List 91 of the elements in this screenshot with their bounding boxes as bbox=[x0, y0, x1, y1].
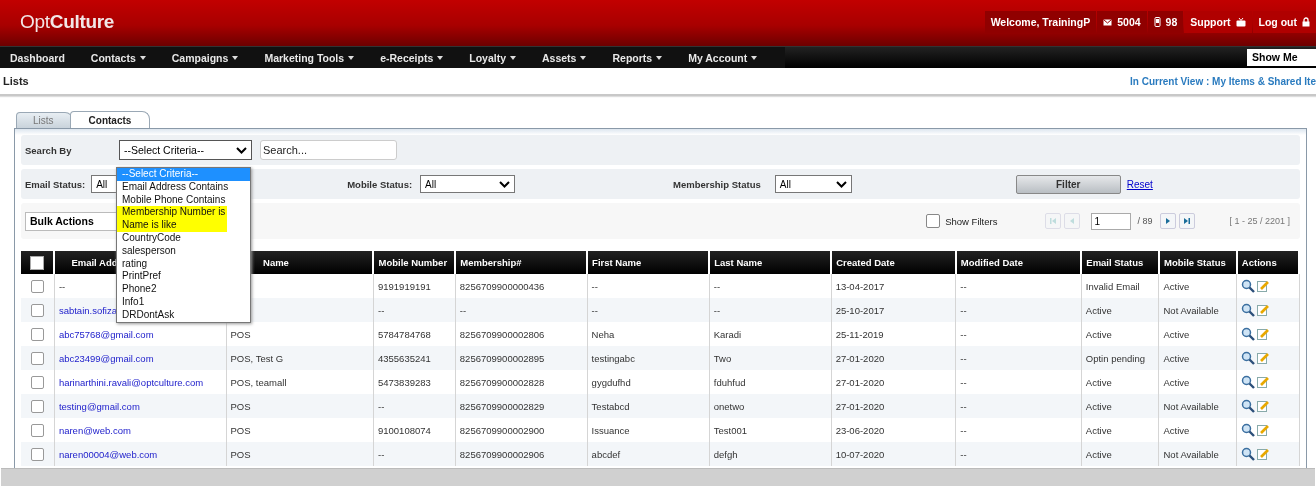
table-cell: 8256709900002828 bbox=[459, 376, 545, 388]
table-cell: 8256709900002829 bbox=[459, 400, 545, 412]
table-cell: -- bbox=[459, 304, 467, 316]
table-cell: POS bbox=[230, 448, 251, 460]
column-header: Mobile Status bbox=[1164, 257, 1226, 268]
table-cell: -- bbox=[591, 280, 598, 292]
table-cell: 27-01-2020 bbox=[835, 352, 885, 364]
table-cell: -- bbox=[713, 280, 721, 292]
table-cell: 8256709900000436 bbox=[459, 280, 545, 292]
column-header: Membership# bbox=[460, 257, 522, 268]
table-cell: Active bbox=[1085, 448, 1112, 460]
show-filters-label: Show Filters bbox=[945, 215, 998, 227]
table-cell: Active bbox=[1085, 304, 1112, 316]
table-cell: Active bbox=[1163, 352, 1190, 364]
table-cell: Optin pending bbox=[1085, 352, 1145, 364]
table-cell: 23-06-2020 bbox=[835, 424, 885, 436]
table-cell: 8256709900002900 bbox=[459, 424, 545, 436]
table-cell: -- bbox=[960, 400, 967, 412]
table-cell: Issuance bbox=[591, 424, 630, 436]
welcome-text: Welcome, TrainingP bbox=[984, 11, 1097, 33]
table-cell: Test001 bbox=[713, 424, 748, 436]
record-range: [ 1 - 25 / 2201 ] bbox=[1229, 216, 1290, 226]
table-cell: Not Available bbox=[1163, 400, 1219, 412]
table-cell: -- bbox=[58, 280, 66, 292]
table-cell: POS bbox=[230, 328, 251, 340]
table-cell: -- bbox=[960, 448, 967, 460]
table-cell: Active bbox=[1085, 376, 1112, 388]
table-cell: -- bbox=[960, 376, 967, 388]
table-cell: 4355635241 bbox=[377, 352, 431, 364]
email-status-label: Email Status: bbox=[25, 178, 86, 190]
table-cell: Active bbox=[1085, 424, 1112, 436]
table-cell: POS, teamall bbox=[230, 376, 287, 388]
table-cell: 9100108074 bbox=[377, 424, 431, 436]
table-cell: gygdufhd bbox=[591, 376, 631, 388]
table-cell: Not Available bbox=[1163, 448, 1219, 460]
mobile-status-label: Mobile Status: bbox=[347, 178, 413, 190]
table-cell: Not Available bbox=[1163, 304, 1219, 316]
table-cell: 8256709900002895 bbox=[459, 352, 545, 364]
table-cell: 5473839283 bbox=[377, 376, 431, 388]
table-cell: Active bbox=[1163, 424, 1190, 436]
column-header: First Name bbox=[592, 257, 642, 268]
table-cell: Two bbox=[713, 352, 732, 364]
search-by-label: Search By bbox=[25, 144, 73, 156]
table-cell: 8256709900002806 bbox=[459, 328, 545, 340]
table-cell: Active bbox=[1163, 376, 1190, 388]
table-cell: -- bbox=[377, 400, 385, 412]
table-cell: -- bbox=[960, 352, 967, 364]
table-cell: 10-07-2020 bbox=[835, 448, 885, 460]
table-cell: 25-11-2019 bbox=[835, 328, 884, 340]
table-cell: Active bbox=[1085, 400, 1112, 412]
table-cell: onetwo bbox=[713, 400, 745, 412]
table-cell: POS bbox=[230, 400, 251, 412]
table-cell: Active bbox=[1163, 328, 1190, 340]
table-cell: Active bbox=[1085, 328, 1112, 340]
column-header: Name bbox=[263, 257, 289, 268]
table-cell: -- bbox=[591, 304, 598, 316]
table-cell: -- bbox=[377, 448, 385, 460]
table-cell: -- bbox=[377, 304, 385, 316]
table-cell: -- bbox=[960, 280, 967, 292]
table-cell: POS, Test G bbox=[230, 352, 284, 364]
table-cell: Neha bbox=[591, 328, 615, 340]
column-header: Last Name bbox=[714, 257, 763, 268]
table-cell: 13-04-2017 bbox=[835, 280, 885, 292]
table-cell: Karadi bbox=[713, 328, 742, 340]
table-cell: Invalid Email bbox=[1085, 280, 1140, 292]
table-cell: abcdef bbox=[591, 448, 621, 460]
column-header: Created Date bbox=[836, 257, 895, 268]
table-cell: Active bbox=[1163, 280, 1190, 292]
membership-status-label: Membership Status bbox=[673, 178, 761, 190]
table-cell: 25-10-2017 bbox=[835, 304, 885, 316]
column-header: Mobile Number bbox=[378, 257, 448, 268]
table-cell: -- bbox=[713, 304, 721, 316]
table-cell: testingabc bbox=[591, 352, 635, 364]
table-cell: -- bbox=[960, 304, 967, 316]
table-cell: POS bbox=[230, 424, 251, 436]
table-cell: fduhfud bbox=[713, 376, 746, 388]
table-cell: defgh bbox=[713, 448, 738, 460]
table-cell: 27-01-2020 bbox=[835, 376, 885, 388]
page-total: / 89 bbox=[1137, 216, 1153, 226]
table-cell: 8256709900002906 bbox=[459, 448, 545, 460]
column-header: Modified Date bbox=[960, 257, 1024, 268]
column-header: Email Status bbox=[1086, 257, 1144, 268]
table-cell: 5784784768 bbox=[377, 328, 431, 340]
table-cell: -- bbox=[960, 424, 967, 436]
page-title: Lists bbox=[2, 75, 29, 87]
column-header: Actions bbox=[1241, 257, 1277, 268]
logo: OptCulture bbox=[19, 10, 115, 33]
table-cell: -- bbox=[960, 328, 967, 340]
table-cell: 27-01-2020 bbox=[835, 400, 885, 412]
table-cell: 9191919191 bbox=[377, 280, 431, 292]
table-cell: Testabcd bbox=[591, 400, 630, 412]
